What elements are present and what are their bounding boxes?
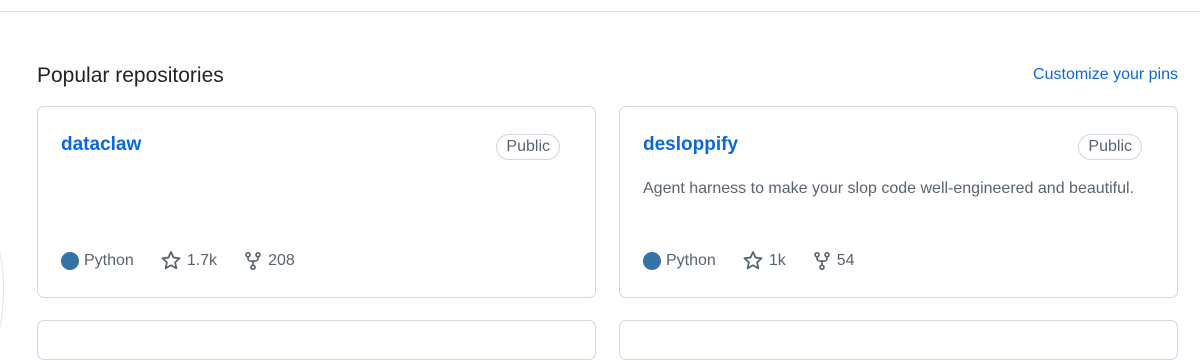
language-label: Python [84,252,134,269]
visibility-badge: Public [1078,134,1142,160]
stars-link[interactable]: 1.7k [160,250,217,272]
section-title: Popular repositories [37,64,224,87]
repo-name-link[interactable]: desloppify [643,134,738,156]
repo-language: Python [643,252,716,270]
repo-card-partial [619,320,1178,360]
repo-meta: Python 1k 54 [643,250,881,272]
forks-link[interactable]: 208 [243,250,295,272]
language-label: Python [666,252,716,269]
repo-meta: Python 1.7k 208 [61,250,321,272]
repo-description: Agent harness to make your slop code wel… [643,180,1134,197]
star-icon [743,251,763,270]
stars-link[interactable]: 1k [742,250,786,272]
repo-card-desloppify: desloppify Public Agent harness to make … [619,106,1178,298]
repo-card-dataclaw: dataclaw Public Python 1.7k 208 [37,106,596,298]
stars-count: 1k [768,252,786,269]
repo-language: Python [61,252,134,270]
avatar-edge [0,230,4,350]
repo-forked-icon [245,251,261,271]
star-icon [161,251,181,270]
forks-count: 54 [836,252,855,269]
forks-link[interactable]: 54 [812,250,855,272]
visibility-badge: Public [496,134,560,160]
stars-count: 1.7k [186,252,218,269]
customize-pins-link[interactable]: Customize your pins [1033,66,1178,84]
top-bar [0,0,1200,12]
repo-name-link[interactable]: dataclaw [61,134,141,156]
language-color-dot [61,252,79,270]
repo-forked-icon [813,251,830,271]
repo-card-partial [37,320,596,360]
language-color-dot [643,252,661,270]
forks-count: 208 [268,252,295,269]
